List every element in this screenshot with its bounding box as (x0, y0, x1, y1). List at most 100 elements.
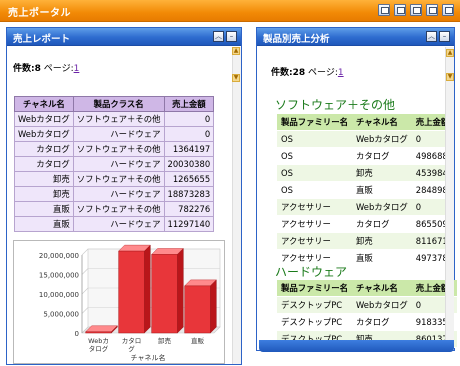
column-header[interactable]: 製品ファミリー名 (277, 280, 352, 297)
minimize-icon[interactable]: – (226, 31, 237, 42)
table-row: カタログ ハードウェア 20030380 (14, 156, 215, 172)
cell: ハードウェア (72, 156, 165, 172)
cell: 782276 (163, 201, 215, 217)
bar (118, 250, 145, 334)
bar-side (177, 247, 184, 334)
bar-side (144, 244, 151, 334)
sales-report-table: チャネル名 製品クラス名 売上金額 Webカタログ ソフトウェア＋その他 0 Web… (14, 96, 215, 232)
group-heading: ハードウェア (275, 265, 348, 279)
column-header[interactable]: チャネル名 (14, 96, 74, 112)
sales-report-panel: 売上レポート ︿ – 件数:8 ページ:1 チャネル名 製品クラス名 売上金額 … (6, 27, 242, 365)
product-group-table: 製品ファミリー名 チャネル名 売上金額 OS Webカタログ 0 OS カタログ 498… (277, 114, 454, 267)
gridline (81, 307, 89, 314)
cell: 20030380 (163, 156, 215, 172)
bar (151, 254, 178, 334)
cell: ハードウェア (72, 216, 165, 232)
y-tick-label: 20,000,000 (39, 252, 79, 260)
window-icon[interactable] (378, 4, 390, 16)
scroll-up-icon[interactable]: ▲ (446, 49, 454, 57)
table-row: アクセサリー カタログ 865509 (277, 215, 454, 233)
window-icon[interactable] (394, 4, 406, 16)
cell: OS (277, 181, 352, 199)
product-sales-panel: 製品別売上分析 ︿ – 件数:28 ページ:1 ソフトウェア＋その他 製品ファミ… (256, 27, 458, 351)
table-row: OS 卸売 453984 (277, 164, 454, 182)
cell: カタログ (352, 313, 412, 331)
column-header[interactable]: 製品クラス名 (72, 96, 165, 112)
cell: ソフトウェア＋その他 (72, 201, 165, 217)
table-row: カタログ ソフトウェア＋その他 1364197 (14, 141, 215, 157)
x-tick-label: 卸売 (158, 336, 172, 345)
minimize-icon[interactable]: – (439, 31, 450, 42)
cell: Webカタログ (352, 130, 412, 148)
cell: Webカタログ (352, 198, 412, 216)
cell: デスクトップPC (277, 296, 352, 314)
gridline (81, 287, 89, 295)
x-tick-label: Webカ (88, 337, 109, 345)
bar-side (210, 279, 217, 334)
page-link[interactable]: 1 (338, 68, 344, 78)
collapse-icon[interactable]: ︿ (426, 31, 437, 42)
product-group-table: 製品ファミリー名 チャネル名 売上金額 デスクトップPC Webカタログ 0 デスク… (277, 280, 458, 348)
column-header[interactable]: チャネル名 (352, 280, 412, 297)
bar (184, 285, 211, 334)
cell: アクセサリー (277, 198, 352, 216)
cell: OS (277, 164, 352, 182)
scrollbar[interactable] (232, 47, 241, 364)
cell: 卸売 (352, 164, 412, 182)
cell: 卸売 (352, 232, 412, 250)
cell: Webカタログ (352, 296, 412, 314)
collapse-icon[interactable]: ︿ (213, 31, 224, 42)
cell: 11297140 (163, 216, 215, 232)
scroll-down-icon[interactable]: ▼ (446, 73, 454, 81)
y-tick-label: 0 (75, 330, 79, 338)
bar (85, 331, 112, 334)
panel-title: 製品別売上分析 (263, 34, 330, 45)
x-tick-label: グ (128, 344, 135, 353)
record-count: 件数:8 ページ:1 (13, 61, 79, 74)
cell: カタログ (14, 156, 74, 172)
layout-rows-icon[interactable] (426, 4, 438, 16)
panel-header: 製品別売上分析 ︿ – (257, 28, 454, 46)
count-value: 28 (292, 68, 306, 78)
table-row: アクセサリー 卸売 811671 (277, 232, 454, 250)
cell: デスクトップPC (277, 313, 352, 331)
table-row: 卸売 ソフトウェア＋その他 1265655 (14, 171, 215, 187)
layout-columns-icon[interactable] (442, 4, 454, 16)
y-tick-label: 5,000,000 (43, 311, 79, 319)
record-count: 件数:28 ページ:1 (271, 65, 344, 78)
cell: 1265655 (163, 171, 215, 187)
cell: 卸売 (14, 186, 74, 202)
cell: 直販 (352, 249, 412, 267)
portal-header: 売上ポータル (0, 0, 460, 22)
cell: Webカタログ (14, 126, 74, 142)
count-value: 8 (34, 64, 41, 74)
x-tick-label: 直販 (191, 336, 205, 345)
cell: カタログ (352, 147, 412, 165)
cell: アクセサリー (277, 215, 352, 233)
scrollbar[interactable]: ▲ ▼ (445, 47, 454, 349)
scroll-down-icon[interactable]: ▼ (232, 74, 240, 82)
page-link[interactable]: 1 (74, 64, 80, 74)
window-icon[interactable] (410, 4, 422, 16)
cell: Webカタログ (14, 111, 74, 127)
cell: 1364197 (163, 141, 215, 157)
column-header[interactable]: 売上金額 (163, 96, 215, 112)
cell: 卸売 (14, 171, 74, 187)
page-label: ページ: (308, 68, 338, 78)
column-header[interactable]: 製品ファミリー名 (277, 114, 352, 131)
table-row: デスクトップPC Webカタログ 0 (277, 296, 458, 314)
cell: カタログ (14, 141, 74, 157)
portal-title: 売上ポータル (8, 8, 71, 19)
table-row: OS 直販 284898 (277, 181, 454, 199)
page-label: ページ: (43, 64, 74, 74)
x-axis-label: チャネル名 (131, 353, 166, 362)
table-row: OS カタログ 498688 (277, 147, 454, 165)
table-row: デスクトップPC カタログ 9183357 (277, 313, 458, 331)
cell: ハードウェア (72, 126, 165, 142)
table-row: 直販 ハードウェア 11297140 (14, 216, 215, 232)
panel-header: 売上レポート ︿ – (7, 28, 241, 46)
scroll-up-icon[interactable]: ▲ (232, 47, 240, 55)
cell: カタログ (352, 215, 412, 233)
cell: 直販 (352, 181, 412, 199)
column-header[interactable]: チャネル名 (352, 114, 412, 131)
